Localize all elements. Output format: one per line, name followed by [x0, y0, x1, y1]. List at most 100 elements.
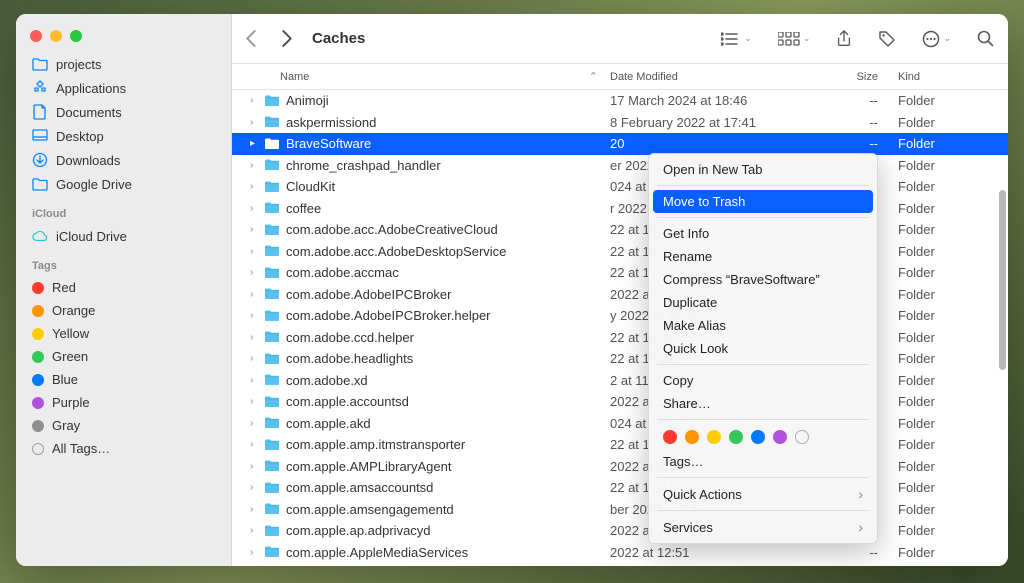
menu-item-services[interactable]: Services: [649, 515, 877, 539]
table-row[interactable]: › com.apple.amp.itmstransporter 22 at 12…: [232, 434, 1008, 456]
group-button[interactable]: ⌄: [778, 32, 811, 46]
tag-color-none[interactable]: [795, 430, 809, 444]
table-row[interactable]: › CloudKit 024 at 10:05 -- Folder: [232, 176, 1008, 198]
table-row[interactable]: › com.apple.akd 024 at 16:27 -- Folder: [232, 413, 1008, 435]
back-button[interactable]: [246, 30, 257, 47]
disclosure-icon[interactable]: ›: [250, 547, 264, 558]
disclosure-icon[interactable]: ›: [250, 353, 264, 364]
table-row[interactable]: › com.apple.amsengagementd ber 2023 at 7…: [232, 499, 1008, 521]
disclosure-icon[interactable]: ▸: [250, 138, 264, 149]
disclosure-icon[interactable]: ›: [250, 203, 264, 214]
table-row[interactable]: › com.apple.AMPLibraryAgent 2022 at 9:44…: [232, 456, 1008, 478]
sidebar-item[interactable]: projects: [24, 52, 223, 76]
tag-color-dot[interactable]: [663, 430, 677, 444]
disclosure-icon[interactable]: ›: [250, 267, 264, 278]
sidebar-tag[interactable]: Blue: [24, 368, 223, 391]
disclosure-icon[interactable]: ›: [250, 525, 264, 536]
table-row[interactable]: › com.adobe.AdobeIPCBroker.helper y 2022…: [232, 305, 1008, 327]
col-name[interactable]: Name: [280, 71, 309, 83]
close-button[interactable]: [30, 30, 42, 42]
sidebar-tag[interactable]: Purple: [24, 391, 223, 414]
menu-item[interactable]: Open in New Tab: [649, 158, 877, 181]
table-row[interactable]: › com.apple.ap.adprivacyd 2022 at 17:39 …: [232, 520, 1008, 542]
disclosure-icon[interactable]: ›: [250, 95, 264, 106]
sidebar-tag[interactable]: Green: [24, 345, 223, 368]
search-button[interactable]: [977, 30, 994, 47]
disclosure-icon[interactable]: ›: [250, 332, 264, 343]
disclosure-icon[interactable]: ›: [250, 461, 264, 472]
table-row[interactable]: ▸ BraveSoftware 20 -- Folder: [232, 133, 1008, 155]
sidebar-tag[interactable]: Red: [24, 276, 223, 299]
menu-item[interactable]: Copy: [649, 369, 877, 392]
sidebar-item[interactable]: Applications: [24, 76, 223, 100]
forward-button[interactable]: [281, 30, 292, 47]
fullscreen-button[interactable]: [70, 30, 82, 42]
sidebar-item[interactable]: Google Drive: [24, 172, 223, 196]
menu-item[interactable]: Make Alias: [649, 314, 877, 337]
table-row[interactable]: › com.adobe.accmac 22 at 17:27 -- Folder: [232, 262, 1008, 284]
tag-color-dot[interactable]: [685, 430, 699, 444]
table-row[interactable]: › coffee r 2022 at 16:43 -- Folder: [232, 198, 1008, 220]
menu-item[interactable]: Compress “BraveSoftware”: [649, 268, 877, 291]
tags-button[interactable]: [878, 30, 896, 48]
col-kind[interactable]: Kind: [898, 71, 1008, 83]
scrollbar[interactable]: [999, 190, 1006, 370]
sidebar-tag[interactable]: Gray: [24, 414, 223, 437]
disclosure-icon[interactable]: ›: [250, 439, 264, 450]
menu-item-tags[interactable]: Tags…: [649, 450, 877, 473]
table-row[interactable]: › Animoji 17 March 2024 at 18:46 -- Fold…: [232, 90, 1008, 112]
menu-item[interactable]: Share…: [649, 392, 877, 415]
disclosure-icon[interactable]: ›: [250, 289, 264, 300]
column-headers[interactable]: Name⌃ Date Modified Size Kind: [232, 64, 1008, 90]
menu-item[interactable]: Duplicate: [649, 291, 877, 314]
minimize-button[interactable]: [50, 30, 62, 42]
file-kind: Folder: [898, 545, 1008, 560]
disclosure-icon[interactable]: ›: [250, 396, 264, 407]
file-list[interactable]: › Animoji 17 March 2024 at 18:46 -- Fold…: [232, 90, 1008, 566]
menu-separator: [657, 477, 869, 478]
view-list-button[interactable]: ⌄: [721, 32, 752, 46]
disclosure-icon[interactable]: ›: [250, 504, 264, 515]
table-row[interactable]: › askpermissiond 8 February 2022 at 17:4…: [232, 112, 1008, 134]
tag-color-dot[interactable]: [729, 430, 743, 444]
table-row[interactable]: › com.adobe.ccd.helper 22 at 15:16 -- Fo…: [232, 327, 1008, 349]
table-row[interactable]: › chrome_crashpad_handler er 2022 at 20:…: [232, 155, 1008, 177]
menu-item[interactable]: Quick Look: [649, 337, 877, 360]
menu-item[interactable]: Rename: [649, 245, 877, 268]
col-size[interactable]: Size: [806, 71, 898, 83]
disclosure-icon[interactable]: ›: [250, 310, 264, 321]
sidebar-item[interactable]: Downloads: [24, 148, 223, 172]
table-row[interactable]: › com.adobe.xd 2 at 11:34 -- Folder: [232, 370, 1008, 392]
sidebar-tag[interactable]: Orange: [24, 299, 223, 322]
sidebar-item[interactable]: Desktop: [24, 124, 223, 148]
col-date[interactable]: Date Modified: [610, 71, 806, 83]
menu-item[interactable]: Get Info: [649, 222, 877, 245]
table-row[interactable]: › com.adobe.acc.AdobeCreativeCloud 22 at…: [232, 219, 1008, 241]
disclosure-icon[interactable]: ›: [250, 482, 264, 493]
disclosure-icon[interactable]: ›: [250, 246, 264, 257]
table-row[interactable]: › com.adobe.headlights 22 at 15:51 -- Fo…: [232, 348, 1008, 370]
sidebar-all-tags[interactable]: All Tags…: [24, 437, 223, 460]
disclosure-icon[interactable]: ›: [250, 418, 264, 429]
share-button[interactable]: [836, 30, 852, 48]
disclosure-icon[interactable]: ›: [250, 160, 264, 171]
menu-item-quick-actions[interactable]: Quick Actions: [649, 482, 877, 506]
tag-color-dot[interactable]: [707, 430, 721, 444]
table-row[interactable]: › com.apple.amsaccountsd 22 at 17:41 -- …: [232, 477, 1008, 499]
table-row[interactable]: › com.apple.accountsd 2022 at 12:51 -- F…: [232, 391, 1008, 413]
disclosure-icon[interactable]: ›: [250, 117, 264, 128]
file-name: com.adobe.accmac: [286, 265, 610, 280]
disclosure-icon[interactable]: ›: [250, 181, 264, 192]
sidebar-item[interactable]: Documents: [24, 100, 223, 124]
table-row[interactable]: › com.apple.AppleMediaServices 2022 at 1…: [232, 542, 1008, 564]
action-button[interactable]: ⌄: [922, 30, 951, 48]
table-row[interactable]: › com.adobe.acc.AdobeDesktopService 22 a…: [232, 241, 1008, 263]
tag-color-dot[interactable]: [751, 430, 765, 444]
disclosure-icon[interactable]: ›: [250, 375, 264, 386]
disclosure-icon[interactable]: ›: [250, 224, 264, 235]
sidebar-tag[interactable]: Yellow: [24, 322, 223, 345]
tag-color-dot[interactable]: [773, 430, 787, 444]
menu-item-move-to-trash[interactable]: Move to Trash: [653, 190, 873, 213]
table-row[interactable]: › com.adobe.AdobeIPCBroker 2022 at 12:51…: [232, 284, 1008, 306]
sidebar-item[interactable]: iCloud Drive: [24, 224, 223, 248]
